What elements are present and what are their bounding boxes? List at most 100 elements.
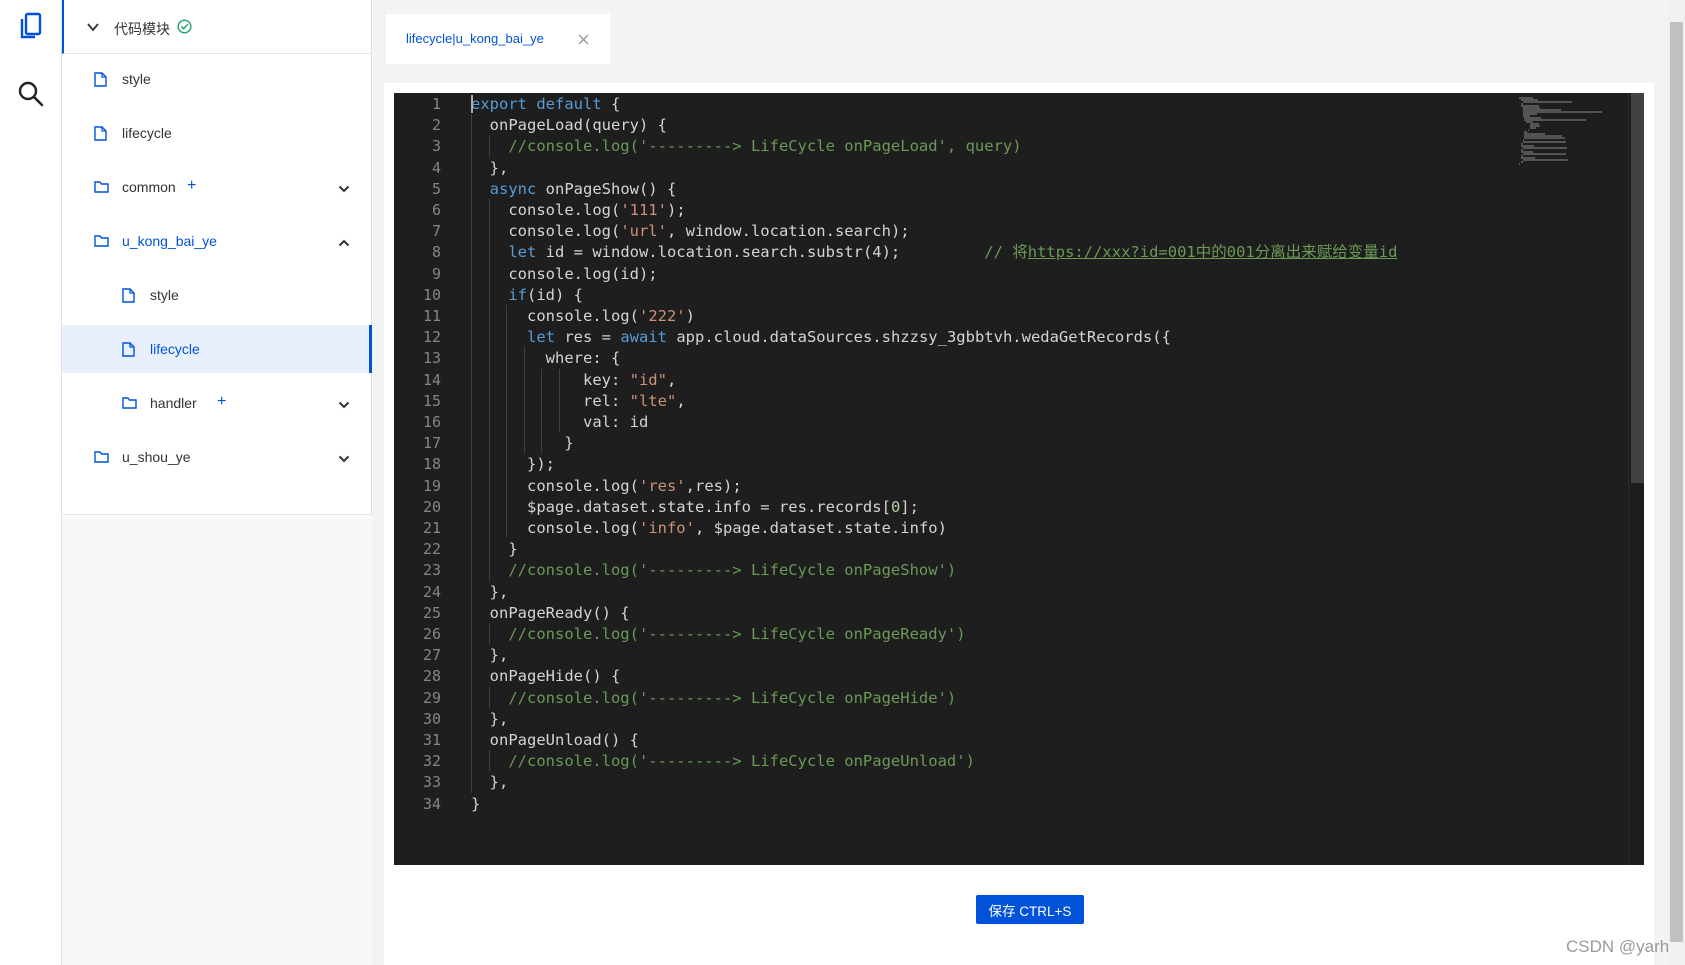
code-line: $page.dataset.state.info = res.records[0… [471, 496, 919, 518]
tree-item-common[interactable]: common + [62, 163, 372, 211]
line-number: 34 [422, 794, 441, 813]
tree-item-label: lifecycle [122, 125, 172, 141]
text-cursor [471, 95, 473, 113]
tree-header[interactable]: 代码模块 [62, 0, 372, 54]
app-root: 代码模块 style lifecycle common + u_kong_bai… [0, 0, 1685, 965]
code-line: }, [471, 581, 509, 603]
file-icon [94, 126, 107, 146]
code-token: https://xxx?id=001中的001分离出来赋给变量id [1027, 243, 1398, 262]
code-editor[interactable]: 1 2 3 4 5 6 7 8 9 10 11 12 13 14 15 16 17 18 19 20 21 22 23 24 2… [394, 93, 1644, 865]
code-token: } [471, 540, 518, 559]
save-button[interactable]: 保存 CTRL+S [976, 895, 1084, 924]
minimap-line [1520, 161, 1523, 163]
close-icon[interactable] [578, 32, 589, 50]
folder-icon [94, 234, 109, 252]
file-icon [94, 72, 107, 92]
code-token: export default [471, 95, 602, 113]
code-token: '222' [638, 307, 686, 325]
code-token: 'info' [638, 519, 695, 537]
code-token: , $page.dataset.state.info) [694, 519, 947, 537]
tree-item-label: u_shou_ye [122, 449, 191, 465]
code-token: console.log(id); [471, 264, 658, 283]
code-token: //console.log('---------> LifeCycle onPa… [471, 137, 1022, 156]
code-line: val: id [471, 411, 648, 433]
tree-item-style[interactable]: style [62, 55, 372, 103]
code-token: await [620, 328, 667, 347]
line-number: 25 [422, 603, 441, 622]
tree-item-label: style [150, 287, 179, 303]
chevron-down-icon[interactable] [86, 20, 100, 39]
code-token: //console.log('---------> LifeCycle onPa… [471, 625, 966, 643]
code-line: onPageLoad(query) { [471, 114, 667, 136]
code-line: key: "id", [471, 369, 676, 391]
code-token: key: [471, 370, 630, 389]
editor-scrollbar[interactable] [1628, 93, 1644, 865]
code-token: ) [685, 307, 695, 325]
tab-lifecycle[interactable]: lifecycle|u_kong_bai_ye [386, 14, 610, 64]
code-line: if(id) { [471, 284, 583, 306]
search-icon[interactable] [15, 78, 47, 110]
line-number: 11 [422, 307, 441, 325]
chevron-down-icon[interactable] [338, 451, 350, 469]
add-file-button[interactable]: + [217, 393, 226, 411]
code-token: if [471, 285, 527, 304]
line-number: 10 [422, 285, 441, 304]
tree-item-handler[interactable]: handler + [62, 379, 372, 427]
minimap-line [1522, 159, 1568, 161]
line-number: 26 [422, 625, 441, 643]
add-file-button[interactable]: + [187, 177, 196, 195]
tree-empty-area [62, 516, 372, 965]
tree-item-lifecycle[interactable]: lifecycle [62, 109, 372, 157]
code-line: }, [471, 771, 509, 793]
code-token: ,res); [685, 476, 742, 495]
code-token: console.log( [471, 201, 621, 219]
folder-icon [94, 180, 109, 198]
minimap-line [1529, 127, 1537, 129]
minimap[interactable] [1514, 93, 1624, 865]
line-number: 24 [422, 582, 441, 601]
code-token: }, [471, 158, 509, 177]
file-icon [122, 342, 135, 362]
tree-item-label: lifecycle [150, 341, 200, 357]
editor-area: lifecycle|u_kong_bai_ye 1 2 3 4 5 6 7 8 9 10 11 12 1… [372, 0, 1668, 965]
code-token: }); [471, 455, 555, 474]
minimap-line [1528, 129, 1529, 131]
code-line: //console.log('---------> LifeCycle onPa… [471, 687, 956, 709]
code-file-icon[interactable] [15, 10, 47, 42]
line-number: 3 [431, 137, 441, 156]
tree-item-u-shou-ye[interactable]: u_shou_ye [62, 433, 372, 481]
code-line: //console.log('---------> LifeCycle onPa… [471, 559, 956, 581]
tree-list: style lifecycle common + u_kong_bai_ye s… [62, 55, 372, 515]
code-token: console.log( [471, 519, 639, 537]
page-scrollbar[interactable] [1668, 0, 1685, 965]
tree-item-lifecycle-active[interactable]: lifecycle [62, 325, 372, 373]
tree-item-u-kong-bai-ye[interactable]: u_kong_bai_ye [62, 217, 372, 265]
chevron-down-icon[interactable] [338, 397, 350, 415]
code-token: ); [666, 201, 686, 219]
line-number: 22 [422, 540, 441, 559]
check-circle-icon [177, 19, 192, 39]
activity-bar [0, 0, 62, 965]
code-token: }, [471, 773, 509, 792]
code-token: , [666, 370, 677, 389]
code-line: onPageReady() { [471, 602, 630, 624]
file-tree-panel: 代码模块 style lifecycle common + u_kong_bai… [62, 0, 372, 965]
code-line: console.log('111'); [471, 199, 686, 221]
folder-icon [94, 450, 109, 468]
line-number-gutter: 1 2 3 4 5 6 7 8 9 10 11 12 13 14 15 16 17 18 19 20 21 22 23 24 2… [394, 93, 469, 865]
code-line: }, [471, 644, 509, 666]
code-token: res = [555, 328, 621, 347]
code-line: let id = window.location.search.substr(4… [471, 241, 1397, 263]
editor-scrollbar-thumb[interactable] [1631, 93, 1644, 483]
code-token: //console.log('---------> LifeCycle onPa… [471, 752, 975, 771]
code-token: let [471, 243, 537, 262]
code-line: //console.log('---------> LifeCycle onPa… [471, 623, 966, 645]
chevron-down-icon[interactable] [338, 181, 350, 199]
page-scrollbar-thumb[interactable] [1670, 22, 1683, 942]
tree-item-label: style [122, 71, 151, 87]
code-token: val: id [471, 413, 649, 431]
chevron-up-icon[interactable] [338, 235, 350, 253]
code-token: (id) { [527, 285, 583, 304]
tree-item-style[interactable]: style [62, 271, 372, 319]
code-token: //console.log('---------> LifeCycle onPa… [471, 688, 957, 707]
